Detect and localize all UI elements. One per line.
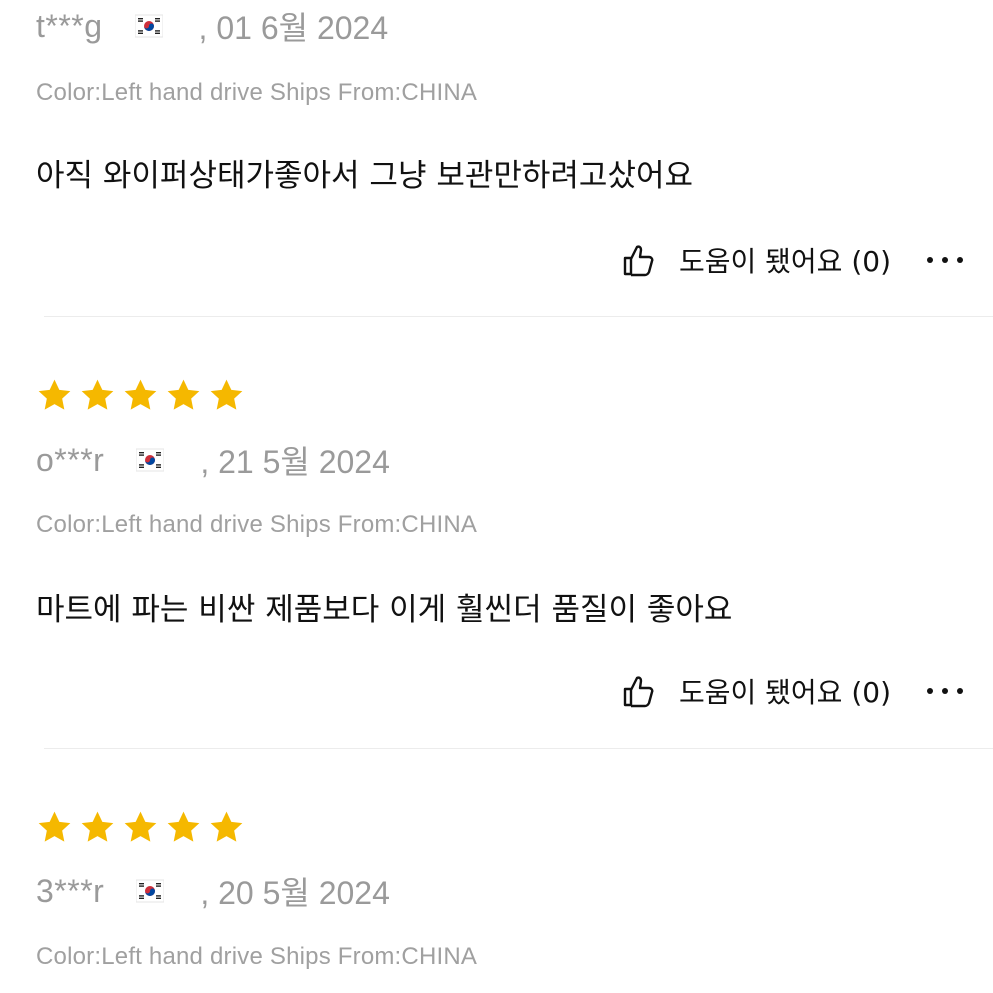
review-sku: Color:Left hand drive Ships From:CHINA <box>36 79 478 106</box>
review-divider <box>44 316 993 317</box>
helpful-button[interactable]: 도움이 됐어요 (0) <box>621 671 891 711</box>
dot <box>927 688 933 694</box>
review-meta: 3***r , 20 5월 2024 <box>36 869 390 913</box>
star-icon <box>167 379 200 410</box>
star-icon <box>124 379 157 410</box>
review-actions: 도움이 됐어요 (0) <box>621 669 963 713</box>
south-korea-flag-icon <box>135 446 165 474</box>
star-icon <box>167 811 200 842</box>
star-icon <box>38 811 71 842</box>
more-options-icon[interactable] <box>927 686 963 696</box>
review-actions: 도움이 됐어요 (0) <box>621 238 963 282</box>
helpful-button[interactable]: 도움이 됐어요 (0) <box>621 240 891 280</box>
review-date: , 20 5월 2024 <box>200 875 390 911</box>
south-korea-flag-icon <box>135 877 165 905</box>
helpful-label: 도움이 됐어요 (0) <box>678 676 891 709</box>
dot <box>957 257 963 263</box>
south-korea-flag-icon <box>134 12 164 40</box>
thumbs-up-icon <box>623 245 654 277</box>
star-icon <box>81 379 114 410</box>
star-icon <box>124 811 157 842</box>
thumbs-up-icon <box>623 676 654 708</box>
review-date: , 21 5월 2024 <box>200 444 390 480</box>
review-sku: Color:Left hand drive Ships From:CHINA <box>36 511 478 538</box>
review-meta: t***g , 01 6월 2024 <box>36 4 388 48</box>
review-divider <box>44 748 993 749</box>
rating-stars <box>34 808 247 848</box>
review-meta: o***r , 21 5월 2024 <box>36 438 390 482</box>
star-icon <box>81 811 114 842</box>
dot <box>942 257 948 263</box>
dot <box>957 688 963 694</box>
dot <box>927 257 933 263</box>
reviewer-name: t***g <box>36 7 103 44</box>
star-icon <box>210 811 243 842</box>
reviewer-name: o***r <box>36 441 105 478</box>
review-text: 아직 와이퍼상태가좋아서 그냥 보관만하려고샀어요 <box>36 158 694 194</box>
review-sku: Color:Left hand drive Ships From:CHINA <box>36 943 478 970</box>
reviewer-name: 3***r <box>36 872 105 909</box>
dot <box>942 688 948 694</box>
rating-stars <box>34 376 247 416</box>
star-icon <box>38 379 71 410</box>
review-date: , 01 6월 2024 <box>198 10 389 46</box>
more-options-icon[interactable] <box>927 255 963 265</box>
star-icon <box>210 379 243 410</box>
helpful-label: 도움이 됐어요 (0) <box>678 245 891 278</box>
review-text: 마트에 파는 비싼 제품보다 이게 훨씬더 품질이 좋아요 <box>36 592 733 628</box>
